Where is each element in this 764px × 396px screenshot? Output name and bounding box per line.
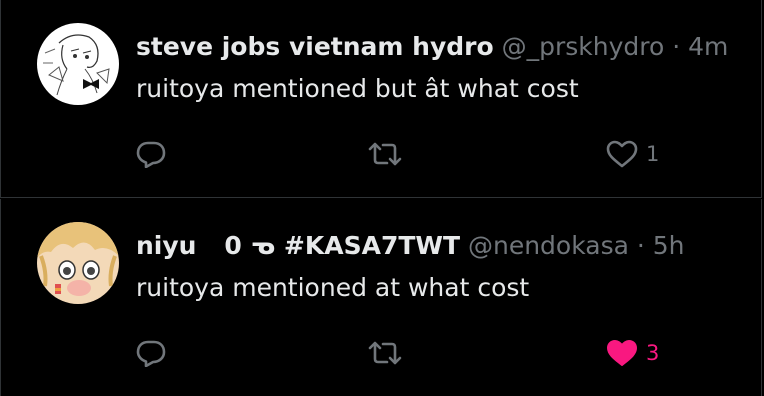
- tweet-text: ruitoya mentioned but ât what cost: [136, 74, 579, 103]
- reply-icon: [136, 140, 166, 168]
- display-name-suffix[interactable]: 0 ᓀ #KASA7TWT: [224, 229, 460, 263]
- display-name[interactable]: niyu: [136, 231, 196, 260]
- reply-button[interactable]: [136, 134, 166, 174]
- retweet-button[interactable]: [367, 333, 403, 373]
- anime-sketch-avatar-icon[interactable]: [37, 23, 119, 105]
- retweet-button[interactable]: [367, 134, 403, 174]
- reply-icon: [136, 339, 166, 367]
- reply-button[interactable]: [136, 333, 166, 373]
- tweet-header: steve jobs vietnam hydro @_prskhydro · 4…: [136, 30, 728, 64]
- tweet[interactable]: niyu 0 ᓀ #KASA7TWT @nendokasa · 5h ruito…: [0, 199, 762, 396]
- handle[interactable]: @nendokasa: [468, 231, 629, 260]
- handle[interactable]: @_prskhydro: [502, 32, 665, 61]
- tweet-text: ruitoya mentioned at what cost: [136, 273, 530, 302]
- tweet[interactable]: steve jobs vietnam hydro @_prskhydro · 4…: [0, 0, 762, 198]
- blonde-anime-avatar-icon[interactable]: [37, 222, 119, 304]
- retweet-icon: [367, 339, 403, 367]
- like-count: 3: [646, 341, 660, 365]
- separator-dot: ·: [636, 231, 645, 260]
- timestamp[interactable]: 4m: [688, 32, 728, 61]
- separator-dot: ·: [672, 32, 681, 61]
- heart-filled-icon: [606, 339, 638, 367]
- like-count: 1: [646, 142, 660, 166]
- tweet-header: niyu 0 ᓀ #KASA7TWT @nendokasa · 5h: [136, 229, 685, 263]
- heart-outline-icon: [606, 140, 638, 168]
- retweet-icon: [367, 140, 403, 168]
- like-button[interactable]: 3: [606, 333, 659, 373]
- like-button[interactable]: 1: [606, 134, 659, 174]
- display-name[interactable]: steve jobs vietnam hydro: [136, 32, 494, 61]
- timestamp[interactable]: 5h: [653, 231, 685, 260]
